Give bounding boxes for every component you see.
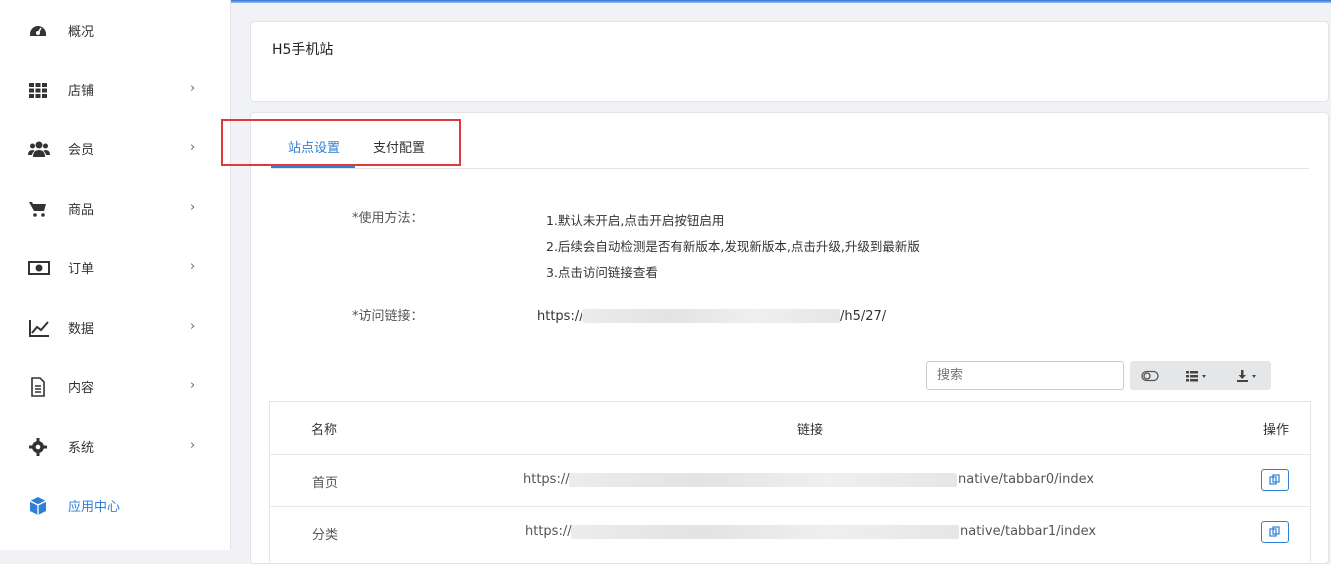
copy-link-button[interactable] xyxy=(1261,521,1289,543)
active-tab-indicator xyxy=(271,166,355,168)
row-link-suffix: native/tabbar1/index xyxy=(960,524,1097,539)
highlight-box xyxy=(221,119,461,166)
search-input[interactable] xyxy=(926,361,1124,390)
page-header-card: H5手机站 xyxy=(250,21,1329,102)
page-title: H5手机站 xyxy=(272,42,334,58)
usage-line: 2.后续会自动检测是否有新版本,发现新版本,点击升级,升级到最新版 xyxy=(546,239,920,254)
chevron-right-icon: › xyxy=(190,319,196,334)
money-icon xyxy=(28,258,50,278)
links-table: 名称 链接 操作 首页 https:// native/tabbar0/inde… xyxy=(269,401,1311,562)
site-link-suffix[interactable]: /h5/27/ xyxy=(840,309,886,324)
table-row: 首页 https:// native/tabbar0/index xyxy=(270,454,1310,507)
toggle-view-button[interactable] xyxy=(1130,361,1174,390)
gear-icon xyxy=(28,437,50,457)
sidebar-item-label: 数据 xyxy=(68,322,95,337)
redacted-domain xyxy=(571,525,959,539)
row-name: 首页 xyxy=(312,476,339,491)
sidebar-item-label: 应用中心 xyxy=(68,500,121,515)
sidebar-item-shop[interactable]: 店铺 › xyxy=(0,70,230,110)
sidebar-item-content[interactable]: 内容 › xyxy=(0,367,230,407)
column-header-actions: 操作 xyxy=(1263,423,1290,438)
usage-line: 3.点击访问链接查看 xyxy=(546,265,658,280)
table-row: 分类 https:// native/tabbar1/index xyxy=(270,506,1310,559)
site-link-prefix: https:// xyxy=(537,309,584,324)
document-icon xyxy=(28,377,50,397)
grid-icon xyxy=(28,80,50,100)
link-label: *访问链接： xyxy=(352,309,424,324)
sidebar-item-label: 订单 xyxy=(68,262,95,277)
sidebar-item-system[interactable]: 系统 › xyxy=(0,427,230,467)
chevron-right-icon: › xyxy=(190,81,196,96)
chevron-right-icon: › xyxy=(190,200,196,215)
chevron-right-icon: › xyxy=(190,140,196,155)
row-link-prefix: https:// xyxy=(523,472,570,487)
chevron-right-icon: › xyxy=(190,259,196,274)
sidebar-item-members[interactable]: 会员 › xyxy=(0,129,230,169)
dashboard-icon xyxy=(28,21,50,41)
redacted-domain xyxy=(569,473,957,487)
sidebar-item-label: 会员 xyxy=(68,143,95,158)
cart-icon xyxy=(28,199,50,219)
sidebar-item-data[interactable]: 数据 › xyxy=(0,308,230,348)
sidebar-item-overview[interactable]: 概况 xyxy=(0,11,230,51)
copy-link-button[interactable] xyxy=(1261,469,1289,491)
row-link-prefix: https:// xyxy=(525,524,572,539)
export-dropdown-button[interactable] xyxy=(1226,361,1270,390)
sidebar: 概况 店铺 › 会员 › 商品 › 订单 › 数据 › 内容 › 系统 › 应用… xyxy=(0,0,231,550)
sidebar-item-app-center[interactable]: 应用中心 xyxy=(0,486,230,526)
row-link-suffix: native/tabbar0/index xyxy=(958,472,1095,487)
columns-dropdown-button[interactable] xyxy=(1174,361,1224,390)
column-header-link: 链接 xyxy=(797,423,824,438)
column-header-name: 名称 xyxy=(311,423,338,438)
sidebar-item-label: 商品 xyxy=(68,203,95,218)
sidebar-item-label: 内容 xyxy=(68,381,95,396)
sidebar-item-goods[interactable]: 商品 › xyxy=(0,189,230,229)
chevron-right-icon: › xyxy=(190,438,196,453)
sidebar-item-label: 概况 xyxy=(68,25,95,40)
users-icon xyxy=(28,139,50,159)
usage-line: 1.默认未开启,点击开启按钮启用 xyxy=(546,213,725,228)
table-toolbar xyxy=(1130,361,1271,390)
usage-label: *使用方法： xyxy=(352,211,424,226)
sidebar-item-orders[interactable]: 订单 › xyxy=(0,248,230,288)
sidebar-item-label: 系统 xyxy=(68,441,95,456)
row-name: 分类 xyxy=(312,528,339,543)
sidebar-item-label: 店铺 xyxy=(68,84,95,99)
cube-icon xyxy=(28,496,50,516)
chevron-right-icon: › xyxy=(190,378,196,393)
chart-line-icon xyxy=(28,318,50,338)
redacted-domain xyxy=(582,309,840,323)
